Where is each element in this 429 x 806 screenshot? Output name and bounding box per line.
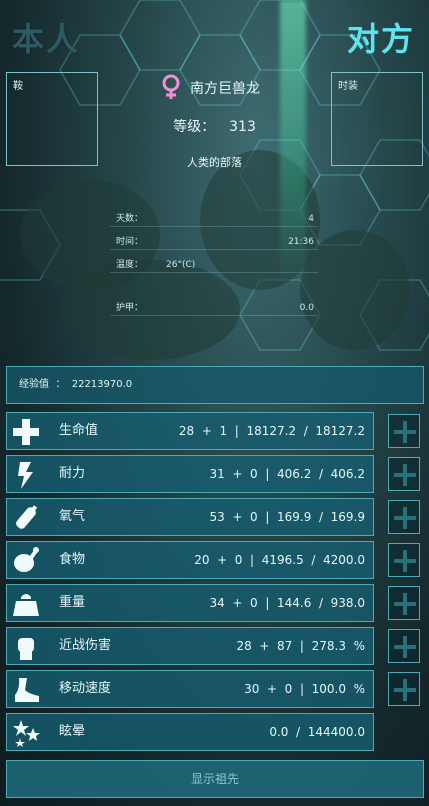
stat-values: 28 + 87 | 278.3 %	[236, 639, 365, 653]
stat-values: 31 + 0 | 406.2 / 406.2	[209, 467, 365, 481]
stat-values: 28 + 1 | 18127.2 / 18127.2	[178, 424, 365, 438]
torpor-stars-icon	[13, 720, 40, 747]
xp-separator: ：	[55, 379, 66, 390]
stat-row-food: 食物 20 + 0 | 4196.5 / 4200.0	[6, 541, 374, 579]
show-ancestors-button[interactable]: 显示祖先	[6, 760, 424, 798]
health-cross-icon	[13, 419, 39, 445]
level-up-oxygen-button[interactable]	[388, 500, 420, 534]
stat-row-stamina: 耐力 31 + 0 | 406.2 / 406.2	[6, 455, 374, 493]
days-value: 4	[308, 214, 314, 224]
food-meat-icon	[14, 547, 39, 572]
stat-name: 近战伤害	[59, 638, 112, 653]
stat-name: 氧气	[59, 509, 86, 524]
tab-self[interactable]: 本人	[12, 14, 80, 60]
time-label: 时间：	[116, 237, 144, 247]
temperature-value: 26°(C)	[166, 260, 196, 270]
stat-values: 34 + 0 | 144.6 / 938.0	[209, 596, 365, 610]
stat-name: 食物	[59, 552, 86, 567]
stat-row-health: 生命值 28 + 1 | 18127.2 / 18127.2	[6, 412, 374, 450]
experience-bar: 经验值 ： 22213970.0	[6, 366, 424, 404]
level-up-weight-button[interactable]	[388, 586, 420, 620]
costume-slot-label: 时装	[338, 81, 358, 92]
stat-values: 30 + 0 | 100.0 %	[244, 682, 365, 696]
level-value: 313	[229, 119, 256, 135]
melee-fist-icon	[18, 638, 34, 660]
tab-opponent[interactable]: 对方	[347, 14, 415, 60]
stat-row-movement: 移动速度 30 + 0 | 100.0 %	[6, 670, 374, 708]
creature-level: 等级： 313	[0, 116, 429, 136]
stat-name: 生命值	[59, 423, 99, 438]
saddle-slot-label: 鞍	[13, 81, 23, 92]
level-up-stamina-button[interactable]	[388, 457, 420, 491]
stat-row-melee: 近战伤害 28 + 87 | 278.3 %	[6, 627, 374, 665]
weight-icon	[13, 594, 39, 616]
stat-name: 重量	[59, 595, 86, 610]
days-row: 天数： 4	[110, 212, 318, 227]
level-up-health-button[interactable]	[388, 414, 420, 448]
days-label: 天数：	[116, 214, 144, 224]
temperature-label: 温度：	[116, 260, 144, 270]
stat-row-oxygen: 氧气 53 + 0 | 169.9 / 169.9	[6, 498, 374, 536]
armor-row: 护甲： 0.0	[110, 301, 318, 316]
stamina-bolt-icon	[18, 462, 33, 489]
xp-label: 经验值	[19, 379, 49, 390]
level-up-melee-button[interactable]	[388, 629, 420, 663]
stat-row-weight: 重量 34 + 0 | 144.6 / 938.0	[6, 584, 374, 622]
stat-name: 眩晕	[59, 724, 86, 739]
stat-name: 耐力	[59, 466, 86, 481]
time-row: 时间： 21:36	[110, 235, 318, 250]
creature-name: 南方巨兽龙	[190, 81, 260, 97]
level-up-food-button[interactable]	[388, 543, 420, 577]
level-label: 等级：	[173, 119, 216, 135]
movement-boot-icon	[15, 678, 39, 702]
level-up-movement-button[interactable]	[388, 672, 420, 706]
temperature-row: 温度： 26°(C)	[110, 258, 318, 273]
armor-label: 护甲：	[116, 303, 144, 313]
stat-values: 53 + 0 | 169.9 / 169.9	[209, 510, 365, 524]
xp-value: 22213970.0	[71, 379, 133, 390]
oxygen-tank-icon	[16, 505, 38, 529]
armor-value: 0.0	[299, 303, 314, 313]
stat-row-torpor: 眩晕 0.0 / 144400.0	[6, 713, 374, 751]
stat-name: 移动速度	[59, 681, 112, 696]
female-symbol-icon	[162, 74, 180, 99]
stat-values: 20 + 0 | 4196.5 / 4200.0	[194, 553, 365, 567]
tribe-name: 人类的部落	[187, 156, 242, 169]
time-value: 21:36	[288, 237, 314, 247]
stat-values: 0.0 / 144400.0	[269, 725, 365, 739]
